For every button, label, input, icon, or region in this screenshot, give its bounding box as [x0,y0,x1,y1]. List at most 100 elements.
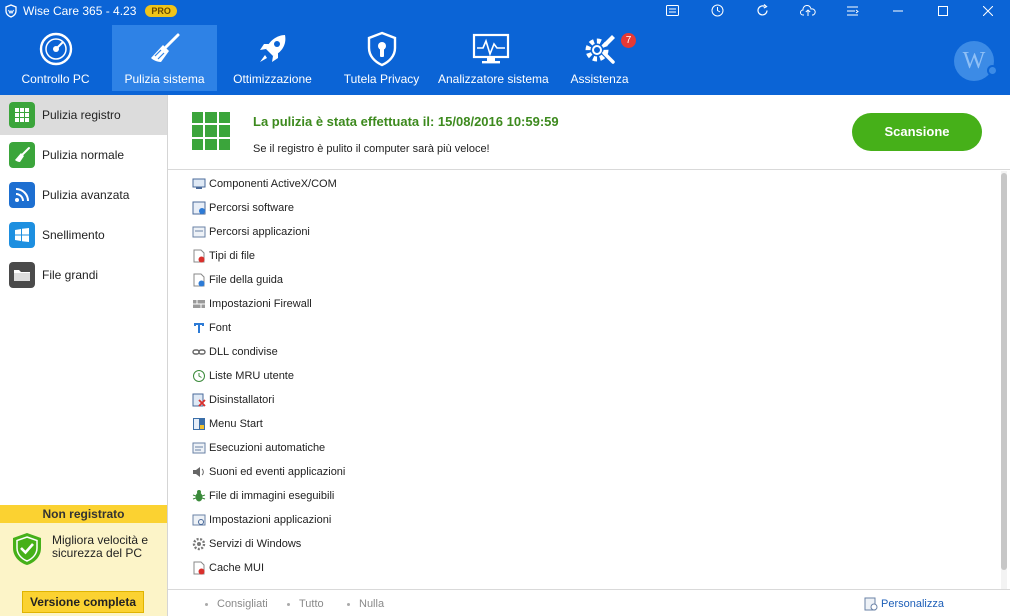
file-type-icon [192,249,206,263]
filter-all[interactable]: Tutto [287,598,324,610]
nav-label: Tutela Privacy [343,72,420,86]
avatar-status-dot [987,65,998,76]
list-item[interactable]: Impostazioni applicazioni [192,508,331,532]
sidebar-item-label: Pulizia normale [42,148,125,162]
list-item-label: Suoni ed eventi applicazioni [209,466,346,478]
sidebar-item-pulizia-registro[interactable]: Pulizia registro [0,95,167,135]
list-item[interactable]: Percorsi applicazioni [192,220,310,244]
list-item[interactable]: Tipi di file [192,244,255,268]
menu-icon[interactable] [830,0,875,21]
list-item[interactable]: Impostazioni Firewall [192,292,312,316]
notification-badge: 7 [621,33,636,48]
list-item[interactable]: Componenti ActiveX/COM [192,172,337,196]
list-item-label: Disinstallatori [209,394,275,406]
nav-tutela-privacy[interactable]: Tutela Privacy [329,25,434,91]
list-item[interactable]: Disinstallatori [192,388,274,412]
registry-grid-icon [192,112,230,150]
sound-icon [192,465,206,479]
folder-icon [9,262,35,288]
promo-header: Non registrato [0,505,167,523]
list-item[interactable]: File di immagini eseguibili [192,484,334,508]
scan-button[interactable]: Scansione [852,113,982,151]
minimize-button[interactable] [875,0,920,21]
bullet [287,602,290,606]
list-item[interactable]: File della guida [192,268,283,292]
shield-icon [363,31,401,67]
list-item-label: Impostazioni applicazioni [209,514,332,526]
filter-none[interactable]: Nulla [347,598,384,610]
list-item-label: Cache MUI [209,562,265,574]
full-version-button[interactable]: Versione completa [22,591,144,613]
registration-promo: Non registrato Migliora velocità e sicur… [0,505,167,616]
autorun-icon [192,441,206,455]
list-item[interactable]: Menu Start [192,412,263,436]
nav-ottimizzazione[interactable]: Ottimizzazione [220,25,325,91]
nav-analizzatore-sistema[interactable]: Analizzatore sistema [438,25,549,91]
app-settings-icon [192,513,206,527]
scrollbar-thumb[interactable] [1001,173,1007,570]
last-cleaned-status: La pulizia è stata effettuata il: 15/08/… [253,114,559,129]
customize-link[interactable]: Personalizza [864,597,944,611]
list-item[interactable]: Font [192,316,231,340]
main-content: La pulizia è stata effettuata il: 15/08/… [168,95,1010,616]
top-navigation: Controllo PC Pulizia sistema Ottimizzazi… [0,21,1010,95]
list-item[interactable]: Servizi di Windows [192,532,301,556]
filter-label: Tutto [299,598,324,610]
dll-icon [192,345,206,359]
sidebar-item-label: Pulizia registro [42,108,121,122]
list-item[interactable]: Percorsi software [192,196,294,220]
list-item-label: Font [209,322,232,334]
list-item[interactable]: Suoni ed eventi applicazioni [192,460,345,484]
tools-icon [581,31,619,67]
help-file-icon [192,273,206,287]
nav-assistenza[interactable]: 7 Assistenza [547,25,652,91]
filter-label: Nulla [359,598,385,610]
gauge-icon [37,31,75,67]
app-logo-icon [4,3,18,18]
status-subtitle: Se il registro è pulito il computer sarà… [253,143,490,155]
shield-check-icon [10,531,44,567]
list-item-label: Percorsi software [209,202,294,214]
avatar-letter: W [962,48,986,74]
list-item-label: DLL condivise [209,346,278,358]
filter-recommended[interactable]: Consigliati [205,598,268,610]
nav-controllo-pc[interactable]: Controllo PC [3,25,108,91]
user-avatar[interactable]: W [954,41,998,81]
software-path-icon [192,201,206,215]
bug-icon [192,489,206,503]
window-title: Wise Care 365 - 4.23 [23,3,137,18]
activex-icon [192,177,206,191]
list-item[interactable]: Liste MRU utente [192,364,294,388]
filter-label: Consigliati [217,598,268,610]
windows-icon [9,222,35,248]
nav-label: Ottimizzazione [233,72,312,86]
close-button[interactable] [965,0,1010,21]
list-item[interactable]: Cache MUI [192,556,264,580]
scheduler-icon[interactable] [695,0,740,21]
broom-icon [146,31,184,67]
sidebar-item-snellimento[interactable]: Snellimento [0,215,167,255]
monitor-icon [472,31,510,67]
maximize-button[interactable] [920,0,965,21]
feedback-icon[interactable] [650,0,695,21]
list-item[interactable]: DLL condivise [192,340,278,364]
bullet [347,602,350,606]
sidebar-item-file-grandi[interactable]: File grandi [0,255,167,295]
list-item-label: File della guida [209,274,283,286]
cloud-sync-icon[interactable] [785,0,830,21]
refresh-icon[interactable] [740,0,785,21]
nav-pulizia-sistema[interactable]: Pulizia sistema [112,25,217,91]
font-icon [192,321,206,335]
nav-label: Pulizia sistema [124,72,205,86]
sidebar-item-pulizia-normale[interactable]: Pulizia normale [0,135,167,175]
nav-label: Assistenza [570,72,629,86]
list-item[interactable]: Esecuzioni automatiche [192,436,325,460]
customize-icon [864,597,878,611]
sidebar-item-label: Snellimento [42,228,105,242]
nav-label: Controllo PC [21,72,90,86]
sidebar-item-label: File grandi [42,268,99,282]
filter-footer: Consigliati Tutto Nulla Personalizza [168,589,1010,616]
sidebar: Pulizia registro Pulizia normale Pulizia… [0,95,168,616]
mui-cache-icon [192,561,206,575]
sidebar-item-pulizia-avanzata[interactable]: Pulizia avanzata [0,175,167,215]
